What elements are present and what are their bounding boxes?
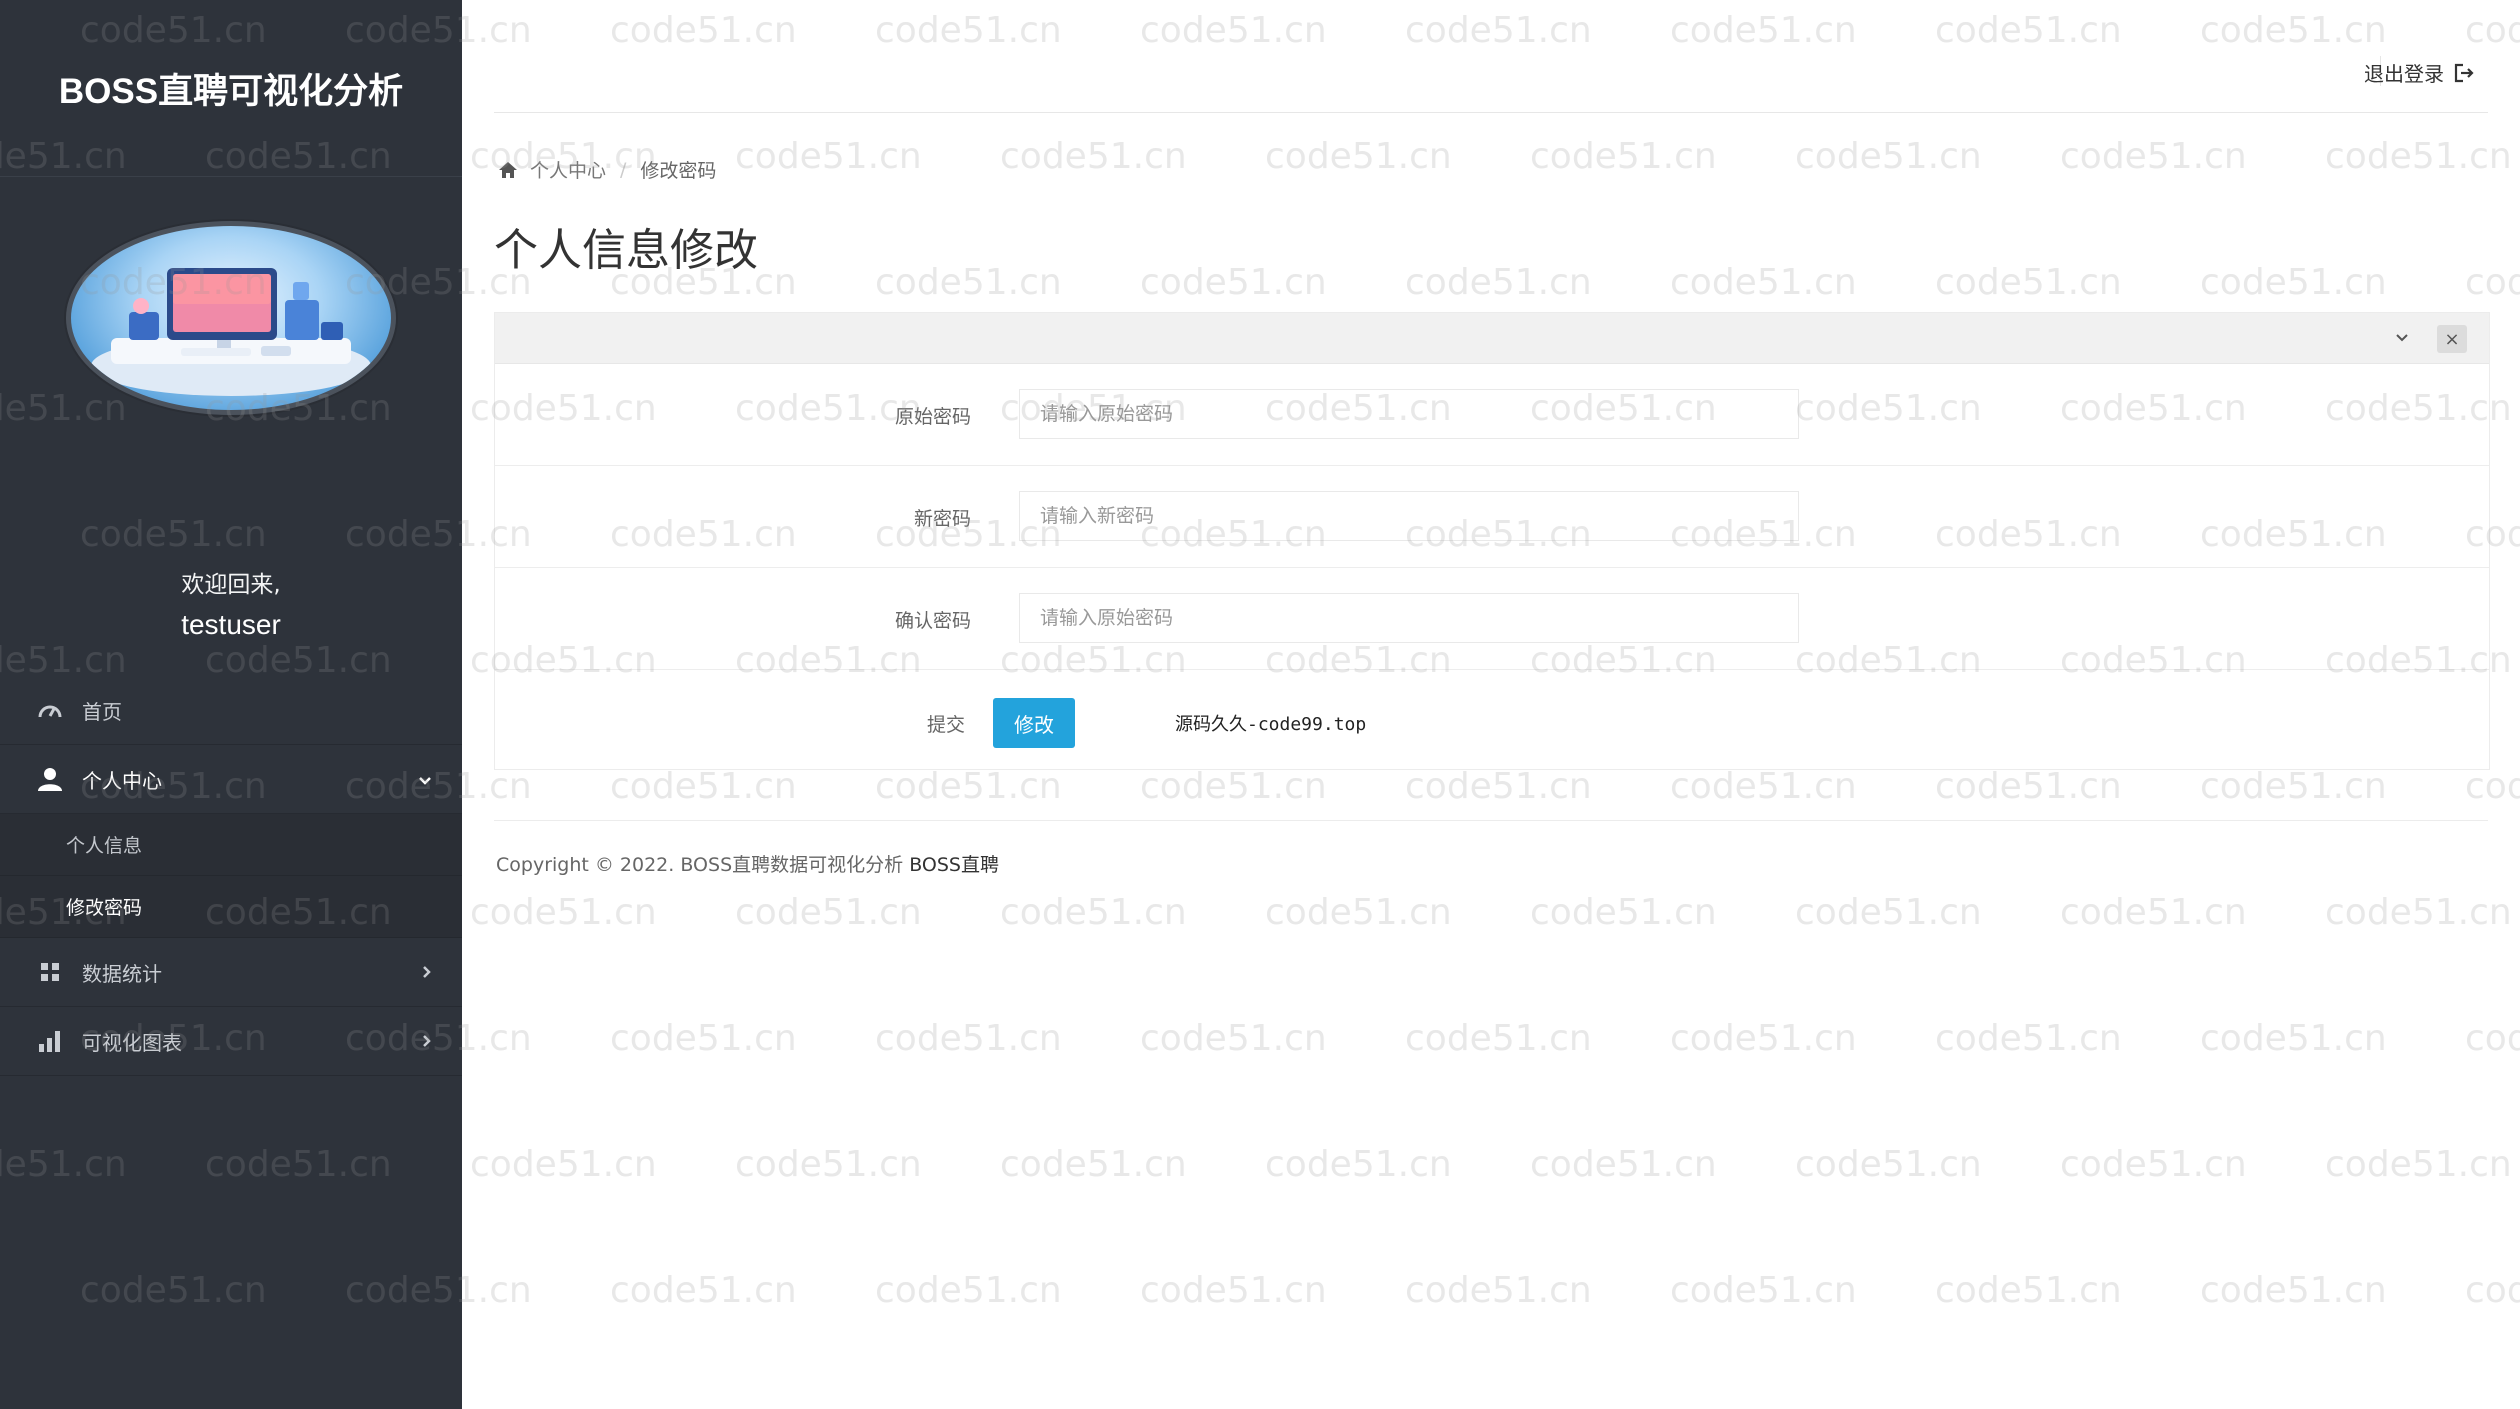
- sidebar-item-statistics[interactable]: 数据统计: [0, 938, 462, 1007]
- home-icon[interactable]: [498, 161, 518, 179]
- close-icon: ×: [2444, 328, 2460, 350]
- confirm-password-input[interactable]: [1019, 593, 1799, 643]
- sidebar-subitem-profile-info[interactable]: 个人信息: [0, 814, 462, 876]
- breadcrumb: 个人中心 / 修改密码: [498, 156, 716, 183]
- confirm-password-label: 确认密码: [894, 610, 971, 632]
- sidebar-subitem-label: 修改密码: [66, 897, 143, 919]
- sidebar-subitem-change-password[interactable]: 修改密码: [0, 876, 462, 938]
- chevron-down-icon: [2396, 334, 2408, 342]
- old-password-input[interactable]: [1019, 389, 1799, 439]
- footer-brand: BOSS直聘: [909, 854, 999, 876]
- form-row-old-password: 原始密码: [495, 364, 2489, 466]
- submit-label: 提交: [927, 714, 966, 736]
- chevron-right-icon: [422, 960, 432, 984]
- close-button[interactable]: ×: [2437, 325, 2467, 353]
- logout-label: 退出登录: [2364, 62, 2444, 86]
- new-password-input[interactable]: [1019, 491, 1799, 541]
- chevron-right-icon: [422, 1029, 432, 1053]
- avatar-wrap: [0, 177, 462, 415]
- grid-icon: [36, 958, 64, 986]
- sidebar-item-label: 首页: [82, 699, 122, 724]
- breadcrumb-root[interactable]: 个人中心: [530, 156, 606, 183]
- welcome-text: 欢迎回来,: [181, 572, 281, 598]
- app-title: BOSS直聘可视化分析: [0, 0, 462, 177]
- dashboard-gauge-icon: [36, 696, 64, 724]
- sidebar-item-label: 个人中心: [82, 768, 162, 793]
- sidebar-item-label: 数据统计: [82, 961, 162, 986]
- form-row-submit: 提交 修改 源码久久-code99.top: [495, 670, 2489, 770]
- collapse-button[interactable]: [2391, 327, 2413, 349]
- modify-button[interactable]: 修改: [993, 698, 1075, 748]
- breadcrumb-separator: /: [620, 158, 627, 181]
- sidebar-item-home[interactable]: 首页: [0, 676, 462, 745]
- form-row-new-password: 新密码: [495, 466, 2489, 568]
- copyright-text: Copyright © 2022. BOSS直聘数据可视化分析: [496, 854, 904, 876]
- sidebar-item-profile[interactable]: 个人中心: [0, 745, 462, 814]
- logout-button[interactable]: 退出登录: [2364, 58, 2474, 87]
- sidebar-item-label: 可视化图表: [82, 1030, 182, 1055]
- sign-out-icon: [2454, 63, 2474, 82]
- avatar: [66, 221, 396, 415]
- page-title: 个人信息修改: [494, 225, 758, 276]
- user-icon: [36, 765, 64, 793]
- username: testuser: [181, 609, 281, 640]
- workspace-illustration-icon: [91, 268, 371, 396]
- top-bar: 退出登录: [494, 0, 2488, 113]
- breadcrumb-current: 修改密码: [640, 160, 717, 182]
- chevron-down-icon: [418, 767, 432, 791]
- footer-divider: [494, 820, 2488, 821]
- bar-chart-icon: [36, 1027, 64, 1055]
- password-form-panel: × 原始密码 新密码 确认密码 提交 修改 源码久久-code99.top: [494, 312, 2490, 770]
- main-content: 退出登录 个人中心 / 修改密码 个人信息修改 × 原始密码 新密码 确认密码 …: [462, 0, 2520, 1409]
- new-password-label: 新密码: [913, 508, 971, 530]
- form-row-confirm-password: 确认密码: [495, 568, 2489, 670]
- sidebar-item-charts[interactable]: 可视化图表: [0, 1007, 462, 1076]
- sidebar: BOSS直聘可视化分析 欢迎回来, testuser 首页 个人中心 个人信息 …: [0, 0, 462, 1409]
- sidebar-nav: 首页 个人中心 个人信息 修改密码 数据统计 可视化图表: [0, 676, 462, 1076]
- sidebar-subitem-label: 个人信息: [66, 835, 143, 857]
- old-password-label: 原始密码: [894, 406, 971, 428]
- source-note: 源码久久-code99.top: [1175, 714, 1367, 735]
- footer: Copyright © 2022. BOSS直聘数据可视化分析 BOSS直聘: [496, 850, 999, 877]
- panel-header: ×: [495, 313, 2489, 364]
